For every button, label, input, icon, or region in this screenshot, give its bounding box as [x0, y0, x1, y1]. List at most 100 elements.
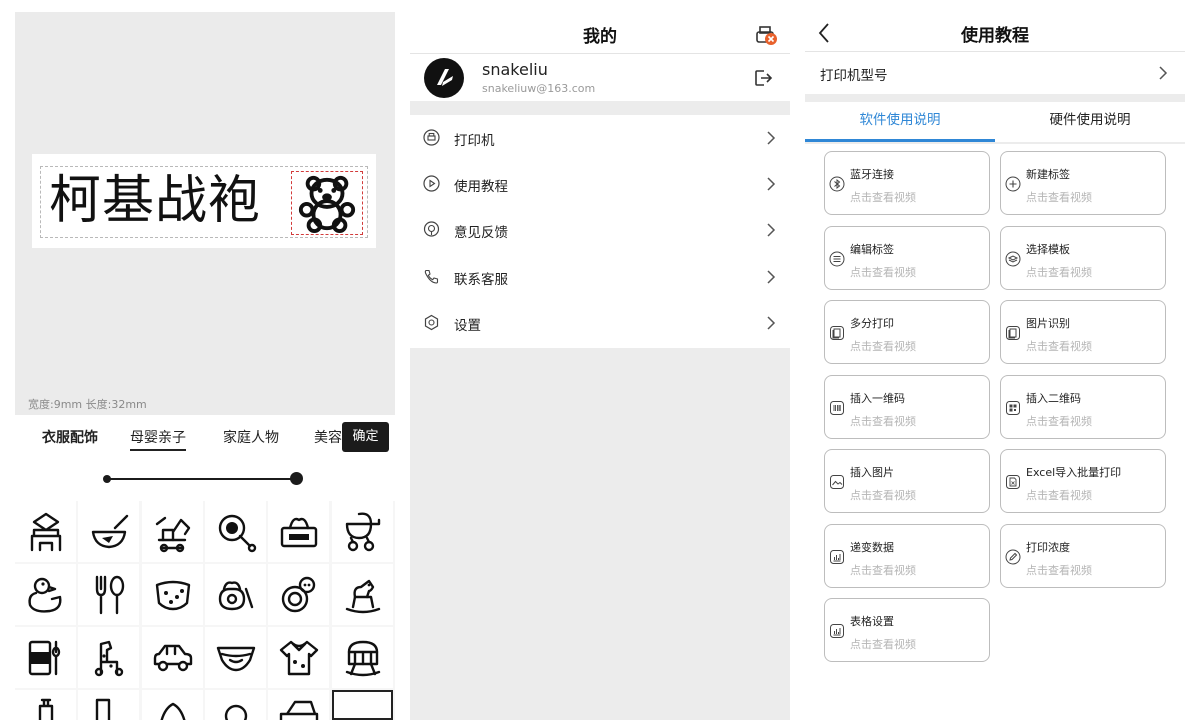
label-print-area[interactable]: 柯基战袍	[40, 166, 368, 238]
icon-grid-cell[interactable]	[205, 501, 266, 562]
tutorial-card[interactable]: 递变数据点击查看视频	[824, 523, 990, 588]
icon-grid-cell[interactable]	[142, 501, 203, 562]
teddy-frame-icon	[341, 698, 385, 720]
icon-grid-cell[interactable]	[205, 690, 266, 720]
baby-shirt-icon	[279, 640, 318, 675]
tutorial-card[interactable]: 表格设置点击查看视频	[824, 598, 990, 662]
icon-grid-cell[interactable]	[268, 501, 329, 562]
logout-icon[interactable]	[752, 67, 774, 89]
tutorial-card-subtitle: 点击查看视频	[1026, 563, 1092, 577]
icon-grid-cell[interactable]	[142, 564, 203, 625]
tutorial-card-subtitle: 点击查看视频	[850, 638, 916, 651]
tab-hardware-guide[interactable]: 硬件使用说明	[995, 102, 1185, 142]
density-pen-icon	[1005, 549, 1021, 564]
icon-grid-cell[interactable]	[332, 564, 393, 625]
icon-grid-cell[interactable]	[15, 690, 76, 720]
size-slider[interactable]	[103, 471, 303, 487]
tutorial-card-title: 递变数据	[850, 540, 894, 554]
category-tab-mother-baby[interactable]: 母婴亲子	[130, 427, 186, 451]
icon-grid-cell[interactable]	[142, 627, 203, 688]
tutorial-card-title: 表格设置	[850, 615, 894, 628]
tutorial-card[interactable]: 多分打印 点击查看视频	[824, 300, 990, 364]
user-email: snakeliuw@163.com	[482, 82, 596, 95]
confirm-button[interactable]: 确定	[342, 422, 389, 452]
icon-grid-cell[interactable]	[15, 627, 76, 688]
tutorial-card[interactable]: 插入二维码 点击查看视频	[1000, 374, 1166, 439]
tutorial-card-subtitle: 点击查看视频	[850, 414, 916, 428]
tutorial-card-subtitle: 点击查看视频	[850, 563, 916, 577]
category-tab-beauty[interactable]: 美容	[314, 427, 342, 447]
my-page-menu: 打印机 使用教程 意见反馈 联系客服 设置	[410, 115, 790, 348]
avatar[interactable]	[424, 58, 464, 98]
printer-status-icon[interactable]	[754, 23, 778, 47]
tutorial-card[interactable]: 新建标签 点击查看视频	[1000, 151, 1166, 215]
tutorial-card[interactable]: 打印浓度点击查看视频	[1000, 523, 1166, 588]
slider-track[interactable]	[107, 478, 298, 480]
tutorial-card[interactable]: 蓝牙连接 点击查看视频	[824, 151, 990, 215]
tutorial-card[interactable]: 编辑标签 点击查看视频	[824, 225, 990, 290]
tutorial-card-subtitle: 点击查看视频	[850, 265, 916, 279]
copies-icon	[830, 326, 844, 340]
icon-grid-cell[interactable]	[332, 627, 393, 688]
icon-grid-cell[interactable]	[268, 627, 329, 688]
tutorial-card[interactable]: 插入图片点击查看视频	[824, 449, 990, 513]
tutorial-card[interactable]: Excel导入批量打印 点击查看视频	[1000, 449, 1166, 513]
icon-grid-cell[interactable]	[78, 627, 139, 688]
chevron-right-icon	[1159, 66, 1168, 80]
tutorial-card-title: 插入二维码	[1026, 391, 1081, 405]
icon-grid-cell[interactable]	[332, 501, 393, 562]
icon-grid-cell[interactable]	[78, 564, 139, 625]
toy-excavator-icon	[155, 516, 190, 552]
page-title: 使用教程	[961, 26, 1029, 46]
tutorial-card-title: 插入图片	[850, 466, 894, 479]
slider-knob[interactable]	[290, 472, 303, 485]
icon-grid-cell[interactable]	[205, 564, 266, 625]
icon-grid-cell[interactable]	[15, 501, 76, 562]
toy-giraffe-icon	[94, 640, 123, 676]
menu-item-tutorial[interactable]: 使用教程	[410, 161, 790, 207]
my-page-panel: 我的 snakeliu snakeliuw@163.com 打印机 使用教程 意…	[410, 12, 790, 720]
icon-grid-cell[interactable]	[268, 690, 329, 720]
printer-model-label: 打印机型号	[820, 68, 888, 84]
tutorial-card-title: Excel导入批量打印	[1026, 466, 1122, 479]
play-circle-icon	[423, 175, 440, 192]
user-profile-row[interactable]: snakeliu snakeliuw@163.com	[410, 54, 790, 101]
tab-software-guide[interactable]: 软件使用说明	[805, 102, 995, 142]
teddy-bear-element[interactable]	[291, 171, 363, 235]
menu-label-feedback: 意见反馈	[454, 225, 508, 241]
icon-grid-cell[interactable]	[268, 564, 329, 625]
page-title: 我的	[583, 27, 617, 47]
tutorial-card[interactable]: 插入一维码 点击查看视频	[824, 374, 990, 439]
category-tab-clothing[interactable]: 衣服配饰	[42, 427, 98, 447]
tutorial-card-title: 打印浓度	[1026, 540, 1070, 554]
tutorial-card-subtitle: 点击查看视频	[850, 489, 916, 502]
tutorial-panel: 使用教程 打印机型号 软件使用说明 硬件使用说明 蓝牙连接 点击查看视频 新建标签点…	[805, 12, 1185, 720]
label-text-element[interactable]: 柯基战袍	[49, 169, 261, 233]
layers-icon	[1005, 251, 1021, 266]
printer-model-row[interactable]: 打印机型号	[805, 52, 1185, 94]
formula-can-icon	[28, 640, 60, 675]
pacifier-icon	[224, 704, 247, 720]
bib-icon	[279, 700, 318, 720]
tutorial-card[interactable]: 图片识别 点击查看视频	[1000, 300, 1166, 364]
menu-item-settings[interactable]: 设置	[410, 300, 790, 346]
category-tab-family[interactable]: 家庭人物	[223, 427, 279, 447]
menu-item-printer[interactable]: 打印机	[410, 115, 790, 161]
icon-grid-cell[interactable]	[78, 501, 139, 562]
chevron-right-icon	[767, 270, 776, 284]
icon-grid-cell[interactable]	[78, 690, 139, 720]
tutorial-card-title: 选择模板	[1026, 242, 1070, 256]
menu-item-feedback[interactable]: 意见反馈	[410, 207, 790, 253]
icon-grid-cell[interactable]	[205, 627, 266, 688]
icon-grid-cell[interactable]	[332, 690, 393, 720]
feedback-icon	[423, 221, 440, 237]
label-editor-panel: 柯基战袍 宽度:9mm 长度:32mm 衣服配饰 母婴亲子 家庭人物 美容 确定	[15, 12, 395, 720]
menu-item-customer-service[interactable]: 联系客服	[410, 254, 790, 300]
icon-grid-cell[interactable]	[142, 690, 203, 720]
bluetooth-icon	[829, 176, 845, 192]
phone-icon	[424, 269, 439, 284]
tutorial-card[interactable]: 选择模板 点击查看视频	[1000, 225, 1166, 290]
icon-grid-cell[interactable]	[15, 564, 76, 625]
user-name: snakeliu	[482, 60, 548, 79]
icon-picker-grid	[15, 501, 395, 720]
